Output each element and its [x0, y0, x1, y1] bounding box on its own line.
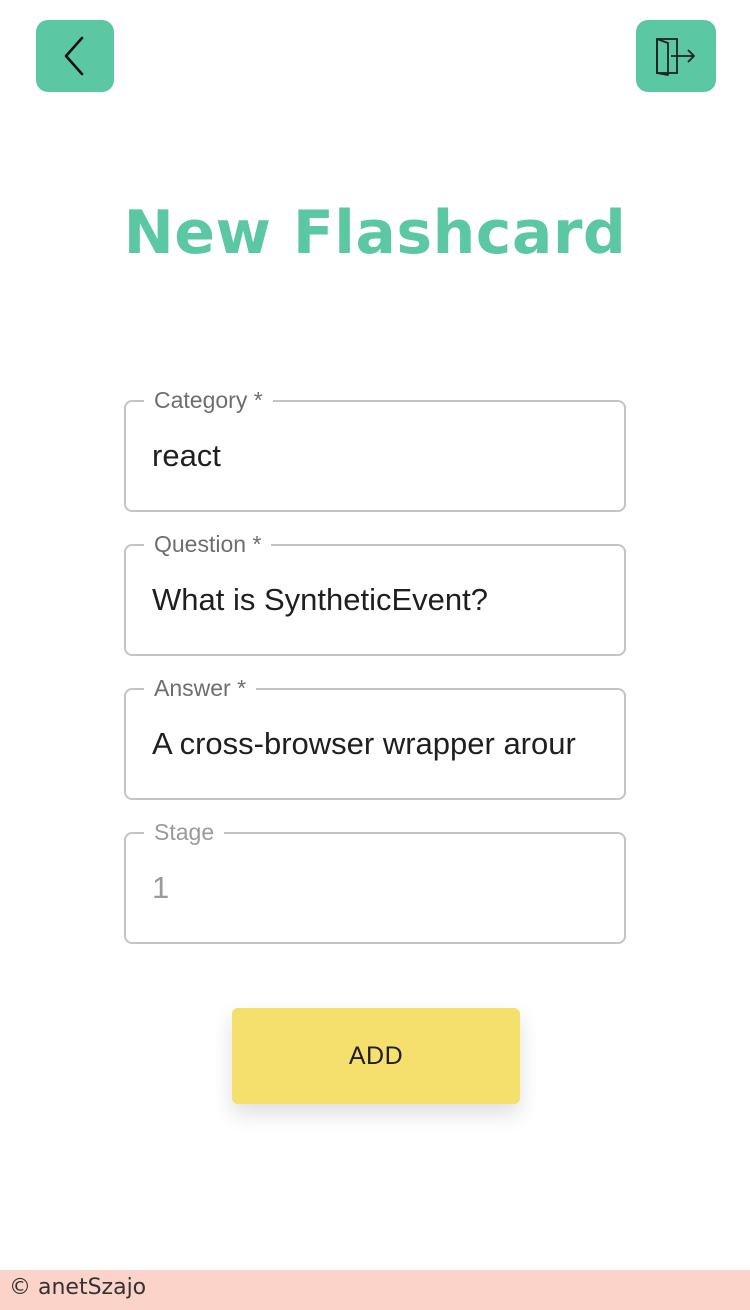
- door-exit-icon: [656, 38, 695, 76]
- footer-credit: © anetSzajo: [0, 1270, 750, 1310]
- question-field[interactable]: Question * What is SyntheticEvent?: [124, 529, 626, 656]
- answer-label: Answer *: [144, 673, 257, 703]
- answer-input[interactable]: A cross-browser wrapper arour: [152, 724, 598, 764]
- stage-input: 1: [152, 870, 170, 905]
- category-field[interactable]: Category * react: [124, 385, 626, 512]
- category-input[interactable]: react: [152, 436, 598, 476]
- page-title: New Flashcard: [123, 198, 627, 268]
- question-input[interactable]: What is SyntheticEvent?: [152, 580, 598, 620]
- answer-field[interactable]: Answer * A cross-browser wrapper arour: [124, 673, 626, 800]
- stage-field: Stage 1: [124, 817, 626, 944]
- stage-label: Stage: [144, 817, 225, 847]
- add-button[interactable]: ADD: [232, 1008, 520, 1104]
- category-label: Category *: [144, 385, 273, 415]
- question-label: Question *: [144, 529, 272, 559]
- logout-button[interactable]: [636, 20, 716, 92]
- back-button[interactable]: [36, 20, 114, 92]
- chevron-left-icon: [64, 36, 84, 76]
